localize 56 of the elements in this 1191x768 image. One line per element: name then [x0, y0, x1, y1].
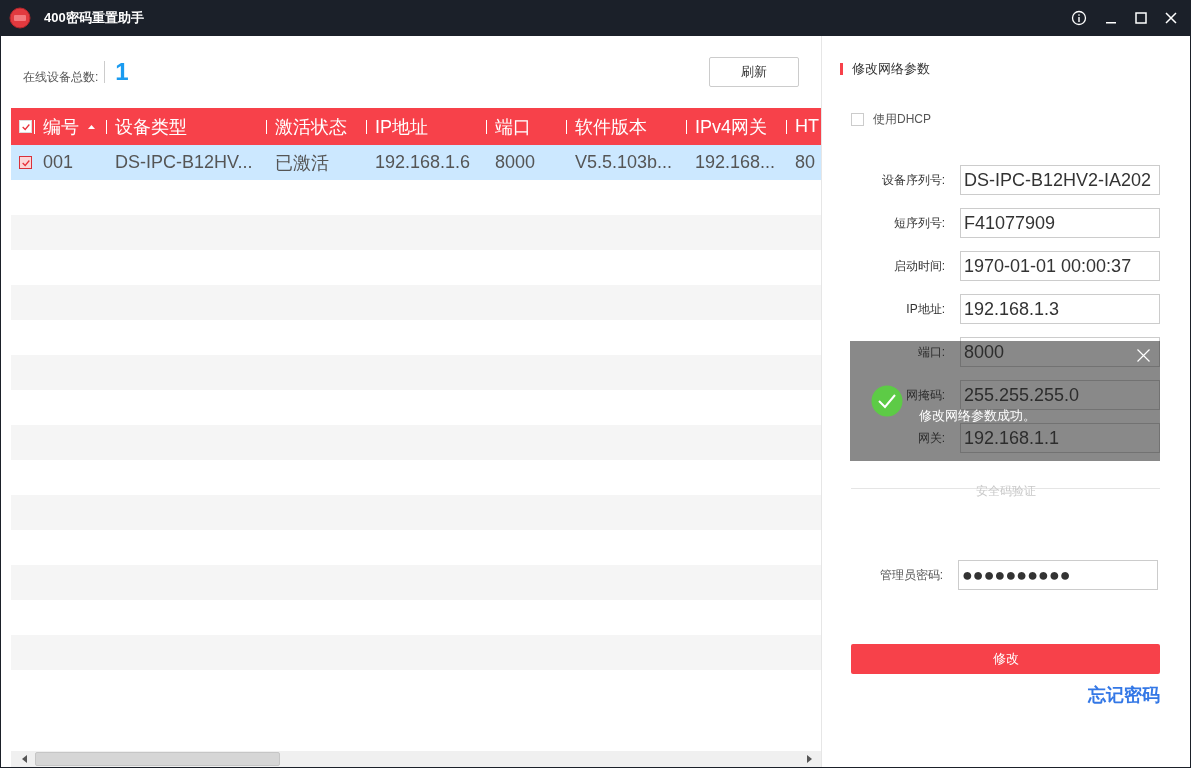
- maximize-icon[interactable]: [1135, 12, 1147, 24]
- title-marker: [840, 63, 843, 75]
- table-cell-text: 已激活: [275, 151, 330, 175]
- field-label: 网掩码:: [905, 388, 945, 402]
- toast-text: 修改网络参数成功。: [919, 410, 1036, 422]
- table-cell-text: 001: [43, 152, 75, 173]
- info-icon[interactable]: [1071, 10, 1087, 26]
- column-header[interactable]: 编号: [43, 114, 79, 139]
- field-label: IP地址:: [906, 302, 945, 316]
- column-header[interactable]: 设备类型: [115, 114, 187, 139]
- sort-ascending-icon[interactable]: [88, 124, 95, 129]
- row-checkbox[interactable]: [19, 156, 32, 169]
- password-field[interactable]: ●●●●●●●●●●: [958, 560, 1158, 590]
- device-count: 1: [115, 58, 129, 86]
- column-header[interactable]: 软件版本: [575, 114, 647, 139]
- panel-title: 修改网络参数: [852, 60, 930, 78]
- text-field[interactable]: 8000: [960, 337, 1160, 367]
- close-icon[interactable]: [1165, 12, 1177, 24]
- table-cell-text: 8000: [495, 152, 537, 173]
- dhcp-label: 使用DHCP: [873, 111, 931, 128]
- horizontal-scrollbar[interactable]: [11, 751, 821, 767]
- column-header[interactable]: HT: [795, 116, 819, 137]
- column-header[interactable]: IP地址: [375, 114, 428, 139]
- forgot-password-link[interactable]: 忘记密码: [1088, 683, 1160, 707]
- text-field[interactable]: 192.168.1.3: [960, 294, 1160, 324]
- text-field[interactable]: 1970-01-01 00:00:37: [960, 251, 1160, 281]
- field-label: 设备序列号:: [881, 173, 945, 187]
- submit-button[interactable]: 修改: [851, 644, 1160, 674]
- select-all-checkbox[interactable]: [19, 120, 32, 133]
- column-header[interactable]: 激活状态: [275, 114, 347, 139]
- app-logo-icon: [9, 7, 31, 29]
- window-title: 400密码重置助手: [44, 9, 144, 27]
- scroll-right-icon[interactable]: [805, 754, 813, 764]
- table-cell-text: 192.168.1.6: [375, 152, 472, 173]
- scroll-left-icon[interactable]: [21, 754, 29, 764]
- refresh-button[interactable]: 刷新: [709, 57, 799, 87]
- text-field[interactable]: DS-IPC-B12HV2-IA202: [960, 165, 1160, 195]
- column-header[interactable]: IPv4网关: [695, 114, 768, 139]
- dhcp-checkbox[interactable]: [851, 113, 864, 126]
- table-cell-text: 192.168...: [695, 152, 777, 173]
- table-cell-text: V5.5.103b...: [575, 152, 674, 173]
- field-label: 启动时间:: [893, 259, 945, 273]
- table-cell-text: DS-IPC-B12HV...: [115, 152, 254, 173]
- table-row[interactable]: 001 DS-IPC-B12HV... 已激活 192.168.1.6 8000 V5.5.103b... 192.168... 80: [11, 145, 821, 180]
- text-field[interactable]: 255.255.255.0: [960, 380, 1160, 410]
- device-count-label: 在线设备总数:: [23, 68, 99, 86]
- table-cell-text: 80: [795, 152, 817, 173]
- text-field[interactable]: 192.168.1.1: [960, 423, 1160, 453]
- text-field[interactable]: F41077909: [960, 208, 1160, 238]
- success-check-icon: [871, 385, 903, 417]
- column-header[interactable]: 端口: [495, 114, 531, 139]
- field-label: 管理员密码:: [878, 569, 944, 581]
- field-label: 短序列号:: [893, 216, 945, 230]
- field-label: 端口:: [917, 345, 945, 359]
- scroll-thumb[interactable]: [35, 752, 280, 766]
- field-label: 网关:: [917, 431, 945, 445]
